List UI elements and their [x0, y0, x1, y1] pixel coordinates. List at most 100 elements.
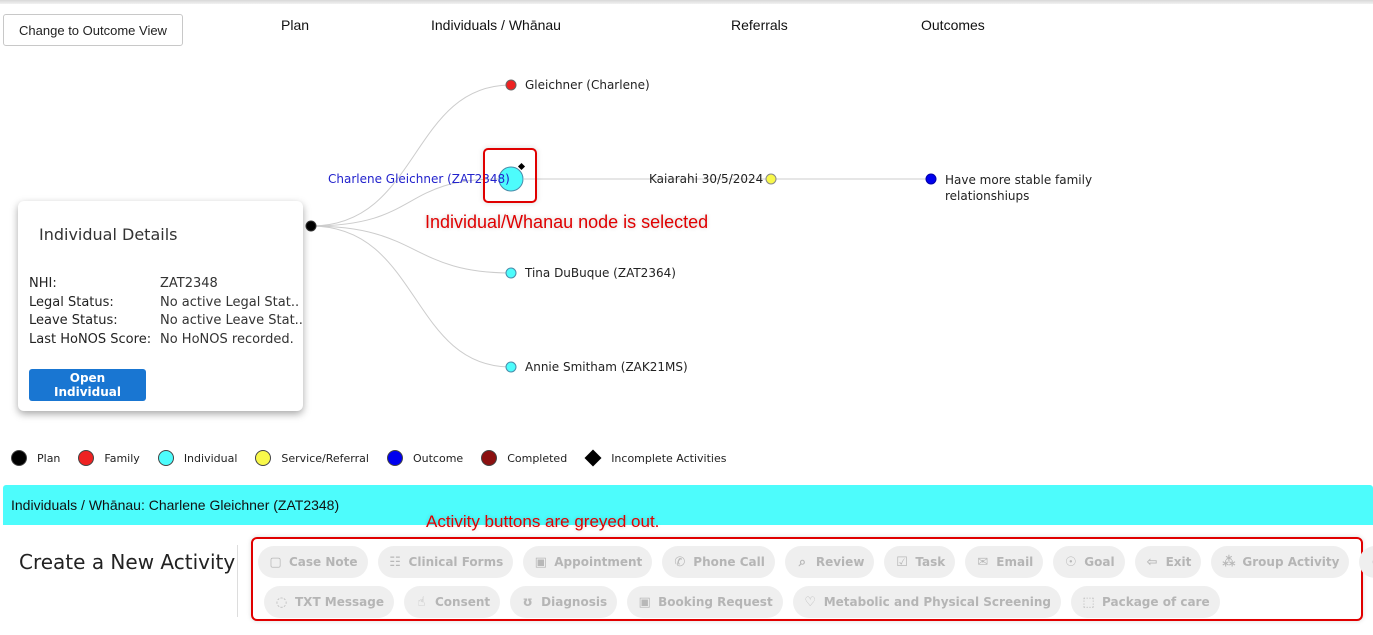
outcome-node[interactable]	[925, 173, 937, 185]
edge-plan-family	[310, 84, 512, 227]
button-label: Consent	[435, 595, 491, 609]
mail-icon: ✉	[977, 554, 989, 570]
details-list: NHI: ZAT2348 Legal Status: No active Legal…	[29, 275, 303, 349]
button-label: Clinical Forms	[408, 555, 504, 569]
phone-icon: ✆	[674, 554, 686, 570]
document-search-icon: ⌕	[798, 554, 806, 570]
calendar-clock-icon: ▣	[534, 554, 547, 570]
txt-message-button[interactable]: ◌ TXT Message	[264, 586, 394, 618]
selection-highlight	[483, 148, 537, 203]
button-label: Metabolic and Physical Screening	[823, 595, 1052, 609]
package-icon: ⬚	[1082, 594, 1095, 610]
family-legend-icon	[78, 450, 95, 466]
button-label: Package of care	[1102, 595, 1210, 609]
group-icon: ⁂	[1222, 554, 1236, 570]
activity-row-1: ▢ Case Note ☷ Clinical Forms ▣ Appointment …	[258, 546, 1373, 578]
legend-label: Service/Referral	[281, 451, 369, 465]
family-node[interactable]	[505, 79, 517, 91]
button-label: Case Note	[289, 555, 358, 569]
clipboard-icon: ☷	[389, 554, 401, 570]
family-node-label[interactable]: Gleichner (Charlene)	[525, 78, 650, 92]
detail-value: No active Legal Stat..	[160, 294, 300, 310]
legend-item-incomplete: Incomplete Activities	[584, 449, 727, 467]
plan-node[interactable]	[305, 220, 317, 232]
edge-plan-tina	[310, 225, 512, 274]
group-activity-button[interactable]: ⁂ Group Activity	[1211, 546, 1350, 578]
completed-legend-icon	[481, 450, 498, 466]
appointment-button[interactable]: ▣ Appointment	[523, 546, 653, 578]
phone-call-button[interactable]: ✆ Phone Call	[662, 546, 775, 578]
button-label: Exit	[1165, 555, 1192, 569]
detail-key: Last HoNOS Score:	[29, 331, 152, 347]
legend-label: Outcome	[412, 451, 464, 465]
diagnosis-button[interactable]: ʊ Diagnosis	[510, 586, 618, 618]
legend-label: Individual	[183, 451, 238, 465]
divider	[237, 545, 238, 617]
individual-legend-icon	[157, 450, 174, 466]
individual-node-tina[interactable]	[505, 267, 517, 279]
case-note-button[interactable]: ▢ Case Note	[258, 546, 368, 578]
award-icon: ☉	[1064, 554, 1077, 570]
legend-item-family: Family	[78, 450, 140, 466]
calendar-clock-icon: ▣	[638, 594, 651, 610]
package-of-care-button[interactable]: ⬚ Package of care	[1071, 586, 1220, 618]
button-label: Email	[996, 555, 1034, 569]
button-label: Diagnosis	[541, 595, 608, 609]
metabolic-screening-button[interactable]: ♡ Metabolic and Physical Screening	[792, 586, 1062, 618]
goal-button[interactable]: ☉ Goal	[1053, 546, 1125, 578]
person-add-icon: ⊕	[1369, 555, 1373, 570]
chat-icon: ◌	[275, 594, 288, 610]
card-title: Individual Details	[39, 225, 178, 244]
legend-label: Incomplete Activities	[611, 451, 727, 465]
detail-value: No HoNOS recorded.	[160, 331, 294, 347]
heart-pulse-icon: ♡	[804, 594, 817, 610]
annotation-node-selected: Individual/Whanau node is selected	[425, 212, 709, 232]
edge-plan-annie	[310, 225, 512, 368]
referral-node[interactable]	[765, 173, 777, 185]
thumbs-up-icon: ☝	[417, 594, 426, 610]
legend-item-plan: Plan	[11, 450, 60, 466]
exit-button[interactable]: ⇦ Exit	[1134, 546, 1202, 578]
legend-item-referral: Service/Referral	[255, 450, 369, 466]
button-label: Group Activity	[1242, 555, 1340, 569]
open-individual-button[interactable]: Open Individual	[29, 369, 146, 401]
consent-button[interactable]: ☝ Consent	[404, 586, 501, 618]
button-label: Booking Request	[658, 595, 773, 609]
legend: Plan Family Individual Service/Referral …	[11, 449, 744, 467]
button-label: Task	[915, 555, 946, 569]
legend-label: Plan	[37, 451, 61, 465]
detail-key: Legal Status:	[29, 294, 114, 310]
button-label: Appointment	[554, 555, 643, 569]
tina-node-label[interactable]: Tina DuBuque (ZAT2364)	[525, 266, 676, 280]
booking-request-button[interactable]: ▣ Booking Request	[627, 586, 783, 618]
detail-value: ZAT2348	[160, 276, 218, 291]
legend-item-individual: Individual	[157, 450, 238, 466]
create-activity-title: Create a New Activity	[19, 550, 236, 574]
referral-button[interactable]: ⊕Referral	[1359, 546, 1373, 578]
selected-individual-banner: Individuals / Whānau: Charlene Gleichner…	[3, 485, 1373, 525]
legend-label: Completed	[507, 451, 568, 465]
individual-details-card: Individual Details NHI: ZAT2348 Legal Sta…	[18, 201, 303, 411]
activity-row-2: ◌ TXT Message ☝ Consent ʊ Diagnosis ▣ Bookin…	[264, 586, 1230, 618]
annie-node-label[interactable]: Annie Smitham (ZAK21MS)	[525, 360, 688, 374]
detail-row: NHI: ZAT2348	[29, 275, 303, 294]
annotation-buttons-greyed: Activity buttons are greyed out.	[426, 512, 660, 531]
button-label: Phone Call	[693, 555, 765, 569]
detail-row: Last HoNOS Score: No HoNOS recorded.	[29, 331, 303, 350]
individual-node-annie[interactable]	[505, 361, 517, 373]
outcome-legend-icon	[386, 450, 403, 466]
button-label: Goal	[1084, 555, 1115, 569]
task-button[interactable]: ☑ Task	[884, 546, 956, 578]
outcome-node-label[interactable]: Have more stable family relationshiups	[945, 172, 1115, 204]
legend-item-outcome: Outcome	[386, 450, 464, 466]
stethoscope-icon: ʊ	[522, 594, 533, 610]
email-button[interactable]: ✉ Email	[965, 546, 1044, 578]
legend-label: Family	[104, 451, 140, 465]
referral-node-label[interactable]: Kaiarahi 30/5/2024	[649, 172, 763, 186]
button-label: Review	[815, 555, 865, 569]
clinical-forms-button[interactable]: ☷ Clinical Forms	[377, 546, 514, 578]
note-icon: ▢	[269, 554, 282, 570]
detail-row: Legal Status: No active Legal Stat..	[29, 294, 303, 313]
arrow-left-circle-icon: ⇦	[1146, 554, 1158, 570]
review-button[interactable]: ⌕ Review	[784, 546, 875, 578]
